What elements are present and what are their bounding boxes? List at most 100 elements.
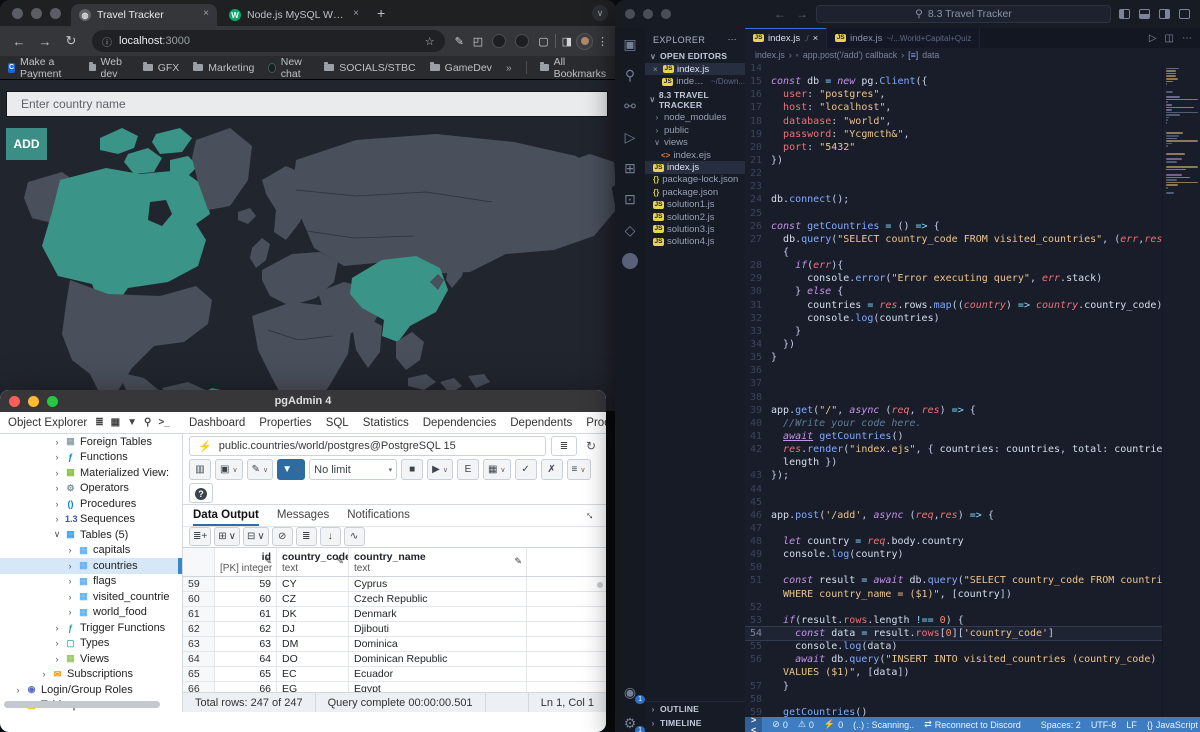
status-item-0[interactable]: ⚡ 0 [824, 719, 843, 730]
new-tab-button[interactable]: + [377, 5, 385, 21]
tree-item-functions[interactable]: › ƒ Functions [0, 449, 182, 465]
code-line-wrap[interactable]: WHERE country_name = ($1)", [country]) [745, 588, 1162, 601]
servers-icon[interactable]: ≣ [95, 417, 103, 428]
status-item-spaces-2[interactable]: Spaces: 2 [1041, 719, 1081, 730]
column-header-id[interactable]: id [PK] integer ✎ [215, 548, 277, 576]
world-map[interactable] [0, 120, 616, 411]
code-line-47[interactable]: 47 [745, 522, 1162, 535]
code-line-15[interactable]: 15 const db = new pg.Client({ [745, 75, 1162, 88]
outline-section[interactable]: › OUTLINE [645, 702, 745, 716]
camera-icon[interactable] [492, 34, 507, 48]
status-item-0[interactable]: ⚠ 0 [798, 719, 814, 730]
reload-button[interactable]: ↻ [60, 33, 82, 49]
file-item-index-js[interactable]: JS index.js [645, 161, 745, 174]
explorer-more-actions-icon[interactable]: ⋯ [728, 34, 737, 45]
edit-column-icon[interactable]: ✎ [336, 556, 344, 567]
bookmark-item[interactable]: GameDev [429, 62, 492, 74]
status-item-lf[interactable]: LF [1126, 719, 1137, 730]
code-line-56[interactable]: 56 await db.query("INSERT INTO visited_c… [745, 653, 1162, 666]
tree-item-flags[interactable]: › ▦ flags [0, 573, 182, 589]
code-line-wrap[interactable]: { [745, 246, 1162, 259]
pgadmin-tab-proce[interactable]: Proce [586, 417, 606, 429]
save-button[interactable]: ▣ ∨ [215, 459, 243, 481]
address-bar[interactable]: ⓘ localhost:3000 ☆ [92, 30, 445, 52]
tree-item-world-food[interactable]: › ▦ world_food [0, 604, 182, 620]
code-line-46[interactable]: 46 app.post('/add', async (req,res) => { [745, 509, 1162, 522]
split-editor-icon[interactable]: ◫ [1165, 33, 1174, 44]
status-item-reconnect-to-discord[interactable]: ⇄ Reconnect to Discord [924, 719, 1021, 730]
grid-vertical-scrollbar[interactable] [597, 582, 603, 588]
limit-select[interactable]: No limit ▾ [309, 459, 398, 481]
forward-button[interactable]: → [34, 34, 56, 49]
output-tab-data-output[interactable]: Data Output [193, 504, 259, 526]
code-line-27[interactable]: 27 db.query("SELECT country_code FROM vi… [745, 233, 1162, 246]
minimize-window-icon[interactable] [643, 9, 653, 19]
chevron-icon[interactable]: ∨ [53, 529, 61, 540]
chevron-icon[interactable]: › [14, 685, 22, 695]
table-row[interactable]: 63 63 DM Dominica [183, 637, 606, 652]
pgadmin-tab-dashboard[interactable]: Dashboard [189, 417, 245, 429]
back-button[interactable]: ← [8, 34, 30, 49]
bookmark-item[interactable]: GFX [142, 62, 179, 74]
pgadmin-tab-sql[interactable]: SQL [326, 417, 349, 429]
explorer-icon[interactable]: ▣ [619, 36, 641, 53]
code-line-36[interactable]: 36 [745, 364, 1162, 377]
code-line-43[interactable]: 43}); [745, 469, 1162, 482]
toggle-secondary-sidebar-icon[interactable] [1159, 9, 1170, 19]
timeline-section[interactable]: › TIMELINE [645, 716, 745, 730]
command-center-search[interactable]: ⚲ 8.3 Travel Tracker [816, 5, 1111, 23]
code-line-14[interactable]: 14 [745, 62, 1162, 75]
code-line-59[interactable]: 59 getCountries() [745, 706, 1162, 717]
site-info-icon[interactable]: ⓘ [102, 34, 112, 49]
pgadmin-tab-dependencies[interactable]: Dependencies [423, 417, 497, 429]
table-row[interactable]: 64 64 DO Dominican Republic [183, 652, 606, 667]
chevron-icon[interactable]: › [66, 545, 74, 555]
chevron-icon[interactable]: › [66, 607, 74, 617]
search-icon[interactable]: ⚲ [619, 67, 641, 84]
output-tab-messages[interactable]: Messages [277, 509, 329, 521]
code-line-48[interactable]: 48 let country = req.body.country [745, 535, 1162, 548]
open-file-button[interactable]: ▥ [189, 459, 211, 481]
edit-column-icon[interactable]: ✎ [264, 556, 272, 567]
close-window-icon[interactable] [12, 7, 23, 19]
file-item-index-ejs[interactable]: <> index.ejs [645, 149, 745, 161]
pgadmin-tab-dependents[interactable]: Dependents [510, 417, 572, 429]
tree-item-materialized-view-[interactable]: › ▦ Materialized View: [0, 465, 182, 481]
panel-collapse-icon[interactable]: ↔ [582, 507, 598, 523]
tree-item-views[interactable]: › ▦ Views [0, 651, 182, 667]
tree-item-types[interactable]: › ▢ Types [0, 635, 182, 651]
code-line-26[interactable]: 26 const getCountries = () => { [745, 220, 1162, 233]
profile-avatar-icon[interactable] [622, 253, 638, 269]
remote-explorer-icon[interactable]: ⊡ [619, 191, 641, 208]
close-window-icon[interactable] [625, 9, 635, 19]
execute-button[interactable]: ▶ ∨ [427, 459, 453, 481]
code-line-24[interactable]: 24 db.connect(); [745, 193, 1162, 206]
tree-horizontal-scrollbar[interactable] [4, 701, 160, 708]
side-panel-icon[interactable]: ◨ [562, 35, 572, 48]
tree-item-tables-5-[interactable]: ∨ ▦ Tables (5) [0, 527, 182, 543]
status-item-javascript[interactable]: {} JavaScript [1147, 719, 1198, 730]
eyedropper-icon[interactable]: ✎ [455, 35, 464, 48]
vscode-window-controls[interactable] [625, 9, 671, 19]
refresh-icon[interactable]: ↻ [582, 439, 600, 453]
help-button[interactable]: ? [189, 482, 213, 503]
run-debug-icon[interactable]: ▷ [619, 129, 641, 146]
bookmark-star-icon[interactable]: ☆ [425, 35, 435, 48]
delete-button[interactable]: ⊘ [271, 527, 293, 547]
table-row[interactable]: 59 59 CY Cyprus [183, 577, 606, 592]
bookmark-item[interactable]: Marketing [193, 62, 254, 74]
bookmark-item[interactable]: SOCIALS/STBC [324, 62, 416, 74]
file-item-solution1-js[interactable]: JS solution1.js [645, 199, 745, 211]
code-editor[interactable]: 14 15 const db = new pg.Client({16 user: "… [745, 62, 1162, 717]
profile-avatar[interactable] [576, 32, 593, 50]
code-line-33[interactable]: 33 } [745, 325, 1162, 338]
tree-item-trigger-functions[interactable]: › ƒ Trigger Functions [0, 620, 182, 636]
file-item-solution4-js[interactable]: JS solution4.js [645, 236, 745, 248]
table-row[interactable]: 62 62 DJ Djibouti [183, 622, 606, 637]
code-line-17[interactable]: 17 host: "localhost", [745, 101, 1162, 114]
toggle-sidebar-icon[interactable] [1119, 9, 1130, 19]
tab-close-icon[interactable]: × [203, 8, 209, 21]
code-line-44[interactable]: 44 [745, 483, 1162, 496]
chevron-icon[interactable]: › [40, 669, 48, 679]
status-item-0[interactable]: ⊘ 0 [772, 719, 788, 730]
